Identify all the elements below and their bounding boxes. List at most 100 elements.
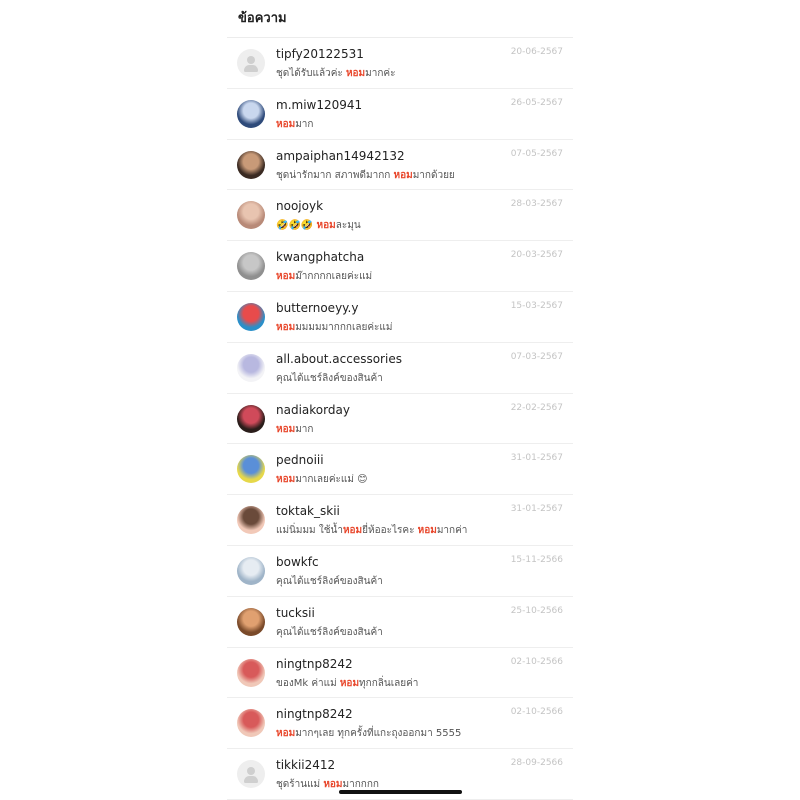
conversation-row[interactable]: toktak_skii 31-01-2567 แม่นิ่มมม ใช้น้ำหอม… — [227, 495, 573, 546]
preview-text: ม๊ากกกกเลยค่ะแม่ — [295, 271, 373, 283]
preview-text: มากเลยค่ะแม่ 😊 — [295, 474, 368, 486]
avatar[interactable] — [237, 252, 265, 281]
conversation-preview: ของMk ค่าแม่ หอมทุกกลิ่นเลยค่า — [276, 676, 418, 691]
preview-text: ของMk ค่าแม่ — [276, 677, 340, 689]
avatar[interactable] — [237, 607, 265, 636]
conversation-date: 02-10-2566 — [510, 656, 563, 667]
conversation-row[interactable]: ningtnp8242 02-10-2566 ของMk ค่าแม่ หอมทุก… — [227, 648, 573, 699]
keyword-highlight: หอม — [323, 779, 343, 791]
conversation-date: 20-06-2567 — [510, 47, 563, 57]
messages-screen: ข้อความ tipfy20122531 20-06-2567 ชุดได้รับ… — [227, 0, 573, 800]
conversation-row[interactable]: bowkfc 15-11-2566 คุณได้แชร์ลิงค์ของสินค้า — [227, 546, 573, 597]
preview-text: คุณได้แชร์ลิงค์ของสินค้า — [276, 575, 383, 587]
preview-text: 🤣🤣🤣 — [276, 220, 317, 232]
conversation-list[interactable]: tipfy20122531 20-06-2567 ชุดได้รับแล้วค่ะ … — [227, 38, 573, 800]
conversation-username: toktak_skii — [276, 504, 340, 519]
conversation-username: tucksii — [276, 605, 315, 620]
preview-text: คุณได้แชร์ลิงค์ของสินค้า — [276, 372, 383, 384]
keyword-highlight: หอม — [276, 474, 296, 486]
avatar-placeholder-icon[interactable] — [237, 760, 265, 789]
home-indicator — [339, 790, 462, 794]
conversation-date: 28-03-2567 — [510, 199, 563, 210]
avatar[interactable] — [237, 658, 265, 687]
preview-text: มากๆเลย ทุกครั้งที่แกะถุงออกมา 5555 — [295, 728, 462, 740]
avatar[interactable] — [237, 302, 265, 331]
conversation-username: m.miw120941 — [276, 97, 363, 112]
preview-text: มาก — [295, 423, 314, 435]
conversation-row[interactable]: butternoeyy.y 15-03-2567 หอมมมมมมากกกเลยค่… — [227, 292, 573, 343]
page-title: ข้อความ — [227, 0, 573, 38]
conversation-row[interactable]: ampaiphan14942132 07-05-2567 ชุดน่ารักมาก … — [227, 140, 573, 191]
conversation-preview: หอมมมมมมากกกเลยค่ะแม่ — [276, 320, 392, 335]
conversation-preview: แม่นิ่มมม ใช้น้ำหอมยี่ห้ออะไรคะ หอมมากค่… — [276, 523, 467, 538]
conversation-username: tikkii2412 — [276, 758, 336, 773]
avatar[interactable] — [237, 150, 265, 179]
conversation-date: 31-01-2567 — [510, 504, 563, 515]
avatar-placeholder-icon[interactable] — [237, 49, 265, 77]
avatar[interactable] — [237, 99, 265, 128]
conversation-username: tipfy20122531 — [276, 47, 364, 61]
conversation-username: bowkfc — [276, 554, 319, 569]
conversation-row[interactable]: m.miw120941 26-05-2567 หอมมาก — [227, 89, 573, 140]
conversation-preview: หอมมาก — [276, 117, 313, 132]
preview-text: ยี่ห้ออะไรคะ — [362, 525, 418, 537]
conversation-preview: ชุดน่ารักมาก สภาพดีมากก หอมมากด้วยย — [276, 168, 455, 183]
conversation-username: ningtnp8242 — [276, 707, 353, 722]
avatar[interactable] — [237, 455, 265, 484]
conversation-preview: คุณได้แชร์ลิงค์ของสินค้า — [276, 574, 383, 589]
keyword-highlight: หอม — [417, 525, 437, 537]
conversation-date: 20-03-2567 — [510, 250, 563, 261]
keyword-highlight: หอม — [345, 68, 366, 79]
conversation-row[interactable]: ningtnp8242 02-10-2566 หอมมากๆเลย ทุกครั้ง… — [227, 698, 573, 750]
conversation-date: 15-03-2567 — [510, 300, 563, 311]
keyword-highlight: หอม — [276, 118, 296, 130]
conversation-row[interactable]: tucksii 25-10-2566 คุณได้แชร์ลิงค์ของสินค้… — [227, 597, 573, 648]
preview-text: มากค่า — [436, 525, 468, 537]
preview-text: มากค่ะ — [365, 68, 396, 79]
conversation-preview: 🤣🤣🤣 หอมละมุน — [276, 218, 361, 233]
keyword-highlight: หอม — [339, 677, 360, 689]
avatar[interactable] — [237, 404, 265, 433]
conversation-date: 07-05-2567 — [510, 148, 563, 159]
conversation-username: pednoiii — [276, 453, 324, 468]
conversation-row[interactable]: all.about.accessories 07-03-2567 คุณได้แชร… — [227, 343, 573, 394]
conversation-date: 31-01-2567 — [510, 453, 563, 464]
conversation-row[interactable]: tipfy20122531 20-06-2567 ชุดได้รับแล้วค่ะ … — [227, 38, 573, 89]
conversation-username: all.about.accessories — [276, 351, 402, 366]
preview-text: ชุดร้านแม่ — [276, 779, 324, 791]
conversation-row[interactable]: noojoyk 28-03-2567 🤣🤣🤣 หอมละมุน — [227, 190, 573, 242]
conversation-username: butternoeyy.y — [276, 300, 359, 315]
keyword-highlight: หอม — [276, 271, 296, 283]
avatar[interactable] — [237, 556, 265, 585]
avatar[interactable] — [237, 353, 265, 382]
conversation-date: 15-11-2566 — [510, 554, 563, 565]
conversation-date: 02-10-2566 — [510, 707, 563, 718]
conversation-preview: หอมมากๆเลย ทุกครั้งที่แกะถุงออกมา 5555 — [276, 726, 461, 741]
avatar[interactable] — [237, 506, 265, 535]
conversation-date: 28-09-2566 — [510, 758, 563, 769]
conversation-date: 22-02-2567 — [510, 402, 563, 413]
keyword-highlight: หอม — [393, 169, 413, 181]
preview-text: ทุกกลิ่นเลยค่า — [359, 677, 419, 689]
preview-text: มากด้วยย — [412, 169, 455, 181]
conversation-preview: คุณได้แชร์ลิงค์ของสินค้า — [276, 625, 383, 640]
conversation-preview: ชุดได้รับแล้วค่ะ หอมมากค่ะ — [276, 66, 395, 81]
avatar[interactable] — [237, 709, 265, 738]
keyword-highlight: หอม — [276, 423, 296, 435]
preview-text: ชุดน่ารักมาก สภาพดีมากก — [276, 169, 394, 181]
conversation-preview: หอมม๊ากกกกเลยค่ะแม่ — [276, 269, 372, 284]
keyword-highlight: หอม — [342, 525, 363, 537]
conversation-preview: คุณได้แชร์ลิงค์ของสินค้า — [276, 371, 383, 386]
preview-text: มาก — [295, 118, 314, 130]
keyword-highlight: หอม — [276, 321, 296, 333]
preview-text: ละมุน — [335, 220, 361, 232]
conversation-date: 25-10-2566 — [510, 605, 563, 616]
avatar[interactable] — [237, 201, 265, 230]
conversation-row[interactable]: nadiakorday 22-02-2567 หอมมาก — [227, 394, 573, 445]
keyword-highlight: หอม — [276, 728, 296, 740]
conversation-row[interactable]: kwangphatcha 20-03-2567 หอมม๊ากกกกเลยค่ะแม… — [227, 241, 573, 292]
preview-text: มมมมมากกกเลยค่ะแม่ — [295, 321, 393, 333]
conversation-username: noojoyk — [276, 199, 324, 214]
conversation-row[interactable]: pednoiii 31-01-2567 หอมมากเลยค่ะแม่ 😊 — [227, 444, 573, 496]
conversation-date: 07-03-2567 — [510, 351, 563, 362]
